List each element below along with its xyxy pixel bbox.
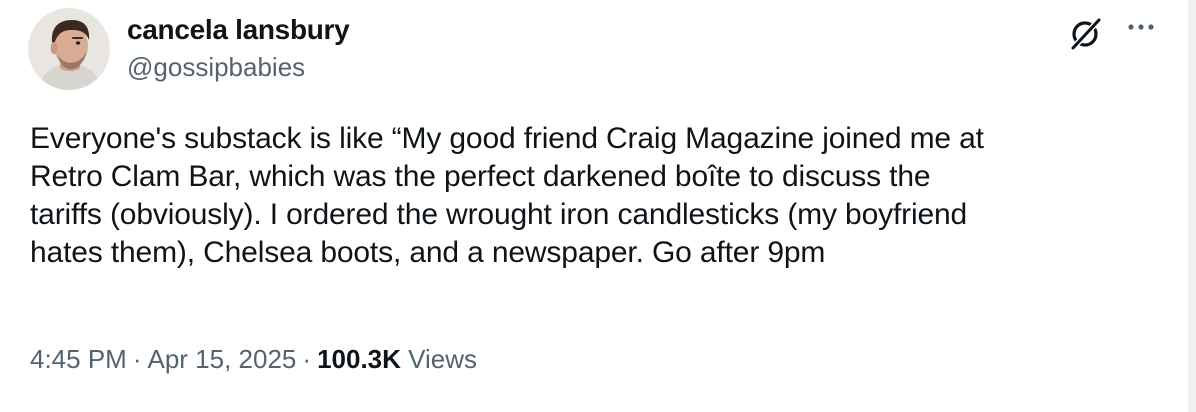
avatar[interactable] bbox=[28, 8, 110, 90]
avatar-image bbox=[28, 8, 110, 90]
meta-separator: · bbox=[132, 344, 142, 374]
tweet-time[interactable]: 4:45 PM bbox=[30, 344, 127, 374]
user-handle[interactable]: @gossipbabies bbox=[127, 52, 305, 83]
views-count[interactable]: 100.3K bbox=[317, 344, 401, 374]
scrollbar[interactable] bbox=[1188, 0, 1196, 412]
meta-separator: · bbox=[302, 344, 312, 374]
display-name[interactable]: cancela lansbury bbox=[127, 14, 350, 46]
tweet-card: cancela lansbury @gossipbabies Everyone'… bbox=[0, 0, 1196, 412]
tweet-date[interactable]: Apr 15, 2025 bbox=[148, 344, 297, 374]
views-label: Views bbox=[408, 344, 478, 374]
grok-icon[interactable] bbox=[1068, 15, 1104, 51]
tweet-metadata: 4:45 PM · Apr 15, 2025 · 100.3K Views bbox=[30, 344, 477, 375]
more-icon[interactable] bbox=[1124, 17, 1158, 37]
tweet-text: Everyone's substack is like “My good fri… bbox=[30, 122, 984, 269]
